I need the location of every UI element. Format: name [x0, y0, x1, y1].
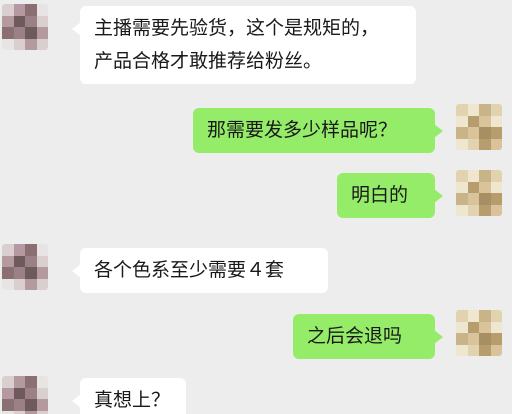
incoming-message-bubble[interactable]: 各个色系至少需要４套 — [72, 248, 328, 293]
message-text: 各个色系至少需要４套 — [94, 259, 285, 281]
contact-avatar[interactable] — [2, 4, 48, 50]
message-text: 真想上？ — [94, 389, 171, 411]
user-avatar[interactable] — [456, 170, 502, 216]
incoming-message-bubble[interactable]: 真想上？ — [72, 378, 186, 414]
chat-window: 主播需要先验货，这个是规矩的， 产品合格才敢推荐给粉丝。 那需要发多少样品呢？ … — [0, 0, 512, 414]
contact-avatar[interactable] — [2, 376, 48, 414]
user-avatar[interactable] — [456, 310, 502, 356]
user-avatar[interactable] — [456, 104, 502, 150]
message-text: 主播需要先验货，这个是规矩的， — [94, 17, 380, 39]
outgoing-message-bubble[interactable]: 之后会退吗 — [293, 314, 443, 359]
outgoing-message-bubble[interactable]: 那需要发多少样品呢？ — [193, 108, 443, 153]
message-text: 产品合格才敢推荐给粉丝。 — [94, 50, 323, 72]
message-text: 那需要发多少样品呢？ — [207, 119, 398, 141]
contact-avatar[interactable] — [2, 244, 48, 290]
outgoing-message-bubble[interactable]: 明白的 — [337, 173, 443, 218]
message-text: 明白的 — [351, 184, 409, 206]
message-text: 之后会退吗 — [307, 325, 403, 347]
incoming-message-bubble[interactable]: 主播需要先验货，这个是规矩的， 产品合格才敢推荐给粉丝。 — [72, 6, 416, 84]
